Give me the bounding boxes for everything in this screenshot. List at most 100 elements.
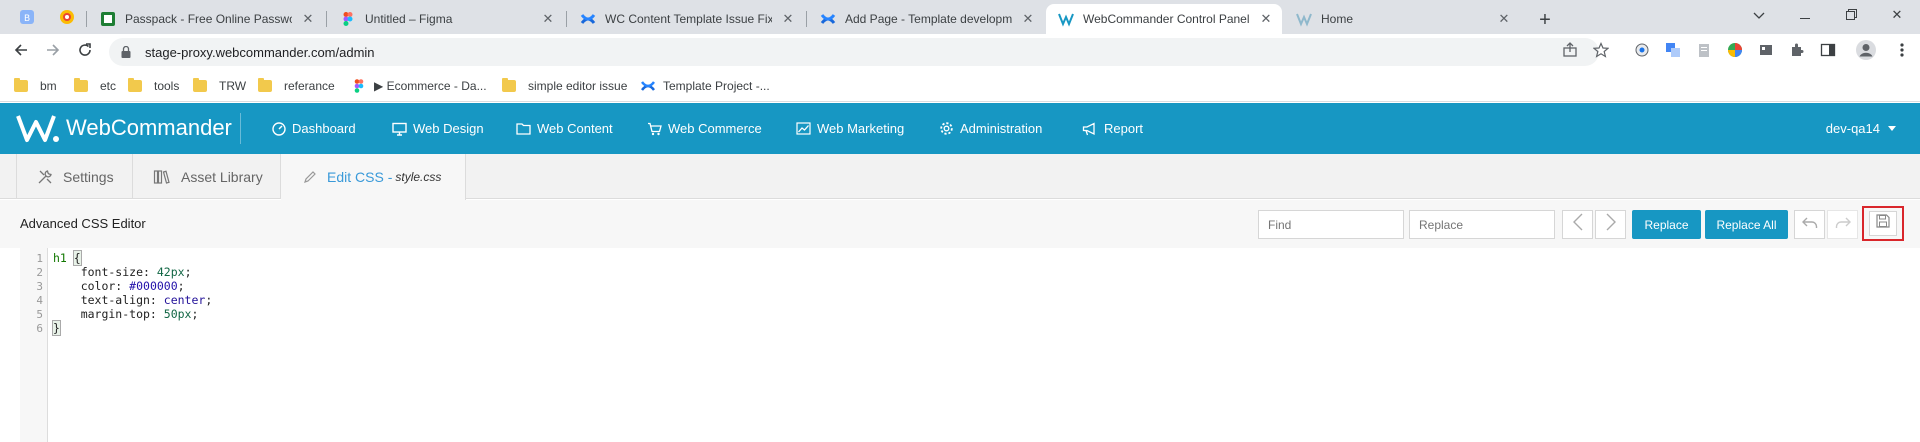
tab-home[interactable]: Home ✕: [1284, 4, 1520, 34]
profile-button[interactable]: [1855, 39, 1877, 63]
close-window-button[interactable]: ✕: [1874, 0, 1920, 30]
webcommander-logo[interactable]: WebCommander: [16, 111, 232, 145]
code-line: font-size: 42px;: [53, 265, 192, 279]
replace-input[interactable]: [1409, 210, 1555, 239]
share-button[interactable]: [1561, 41, 1579, 63]
nav-dashboard[interactable]: Dashboard: [272, 103, 356, 154]
restore-button[interactable]: [1828, 0, 1874, 30]
undo-button[interactable]: [1794, 210, 1825, 239]
bookmark-folder-simple-editor[interactable]: simple editor issue: [502, 77, 627, 95]
bookmark-label: referance: [284, 79, 335, 93]
close-icon[interactable]: ✕: [300, 11, 316, 27]
back-button[interactable]: [8, 39, 34, 65]
forward-button[interactable]: [40, 39, 66, 65]
minimize-icon: [1800, 8, 1810, 23]
tab-edit-css[interactable]: Edit CSS - style.css: [281, 154, 466, 200]
extension-5[interactable]: [1757, 43, 1775, 61]
pinned-tab-1[interactable]: B: [10, 4, 44, 34]
redo-button[interactable]: [1827, 210, 1858, 239]
tab-settings[interactable]: Settings: [16, 154, 133, 199]
nav-report[interactable]: Report: [1082, 103, 1143, 154]
tab-add-page[interactable]: Add Page - Template developme ✕: [808, 4, 1044, 34]
nav-label: Dashboard: [292, 121, 356, 136]
tab-label: Settings: [63, 168, 114, 185]
bookmark-folder-bm[interactable]: bm: [14, 77, 57, 95]
reload-button[interactable]: [72, 39, 98, 65]
nav-label: Web Commerce: [668, 121, 762, 136]
folder-icon: [74, 78, 88, 92]
bookmark-folder-etc[interactable]: etc: [74, 77, 116, 95]
close-icon[interactable]: ✕: [780, 11, 796, 27]
nav-web-marketing[interactable]: Web Marketing: [796, 103, 904, 154]
find-previous-button[interactable]: [1562, 210, 1593, 239]
tab-title: Untitled – Figma: [365, 12, 453, 26]
nav-web-content[interactable]: Web Content: [516, 103, 613, 154]
close-icon[interactable]: ✕: [540, 11, 556, 27]
nav-administration[interactable]: Administration: [939, 103, 1042, 154]
extension-4[interactable]: [1726, 42, 1744, 61]
nav-label: Administration: [960, 121, 1043, 136]
side-panel-button[interactable]: [1819, 43, 1837, 61]
tab-webcommander-control-panel[interactable]: WebCommander Control Panel ✕: [1046, 4, 1282, 34]
confluence-icon: [580, 11, 596, 27]
find-input[interactable]: [1258, 210, 1404, 239]
tab-search-button[interactable]: [1736, 0, 1782, 30]
folder-icon: [502, 78, 516, 92]
bookmark-ecommerce[interactable]: ▶ Ecommerce - Da...: [352, 77, 487, 95]
bookmark-folder-trw[interactable]: TRW: [193, 77, 246, 95]
editor-toolbar: Advanced CSS Editor Replace Replace All: [0, 200, 1920, 248]
bookmark-folder-referance[interactable]: referance: [258, 77, 335, 95]
browser-menu-button[interactable]: [1893, 42, 1911, 61]
browser-toolbar: stage-proxy.webcommander.com/admin: [0, 34, 1920, 70]
svg-text:B: B: [24, 14, 30, 24]
css-code-editor[interactable]: 1 2 3 4 5 6 h1 { font-size: 42px; color:…: [20, 248, 1920, 442]
pinned-tab-2[interactable]: [50, 4, 84, 34]
extension-2[interactable]: [1664, 42, 1682, 61]
close-icon[interactable]: ✕: [1496, 11, 1512, 27]
tab-label: Asset Library: [181, 168, 263, 185]
address-bar[interactable]: stage-proxy.webcommander.com/admin: [109, 38, 1599, 66]
nav-web-design[interactable]: Web Design: [392, 103, 484, 154]
tab-figma[interactable]: Untitled – Figma ✕: [328, 4, 564, 34]
minimize-button[interactable]: [1782, 0, 1828, 30]
tab-title: WebCommander Control Panel: [1083, 12, 1250, 26]
save-button[interactable]: [1869, 211, 1897, 236]
tab-label: Edit CSS -: [327, 169, 393, 185]
folder-icon: [14, 78, 28, 92]
tab-passpack[interactable]: Passpack - Free Online Password ✕: [88, 4, 324, 34]
arrow-right-icon: [45, 42, 61, 63]
cart-icon: [647, 122, 662, 136]
share-icon: [1562, 41, 1578, 63]
tools-icon: [37, 169, 53, 185]
close-icon[interactable]: ✕: [1258, 11, 1274, 27]
bookmark-label: etc: [100, 79, 117, 93]
url-text: stage-proxy.webcommander.com/admin: [145, 44, 375, 60]
tab-wc-content[interactable]: WC Content Template Issue Fixin ✕: [568, 4, 804, 34]
bookmark-label: simple editor issue: [528, 79, 628, 93]
bookmark-star-button[interactable]: [1592, 41, 1610, 61]
user-menu[interactable]: dev-qa14: [1826, 103, 1896, 154]
replace-all-button[interactable]: Replace All: [1705, 210, 1788, 239]
line-number: 5: [36, 308, 43, 321]
code-line: h1 {: [53, 250, 82, 266]
tab-asset-library[interactable]: Asset Library: [133, 154, 281, 199]
extension-3[interactable]: [1695, 43, 1713, 61]
bookmark-folder-tools[interactable]: tools: [128, 77, 179, 95]
extension-1[interactable]: [1633, 43, 1651, 61]
nav-web-commerce[interactable]: Web Commerce: [647, 103, 762, 154]
close-icon[interactable]: ✕: [1020, 11, 1036, 27]
line-number: 2: [36, 266, 43, 279]
pinned-app-icon: B: [19, 9, 35, 30]
folder-icon: [193, 78, 207, 92]
colorful-app-icon: [59, 9, 75, 30]
webcommander-icon: [1296, 11, 1312, 27]
new-tab-button[interactable]: +: [1532, 7, 1558, 33]
nav-label: Web Design: [413, 121, 484, 136]
extensions-button[interactable]: [1788, 43, 1806, 61]
user-name: dev-qa14: [1825, 121, 1880, 136]
replace-button[interactable]: Replace: [1632, 210, 1701, 239]
clipboard-extension-icon: [1696, 42, 1712, 63]
bookmark-template-project[interactable]: Template Project -...: [641, 77, 770, 95]
save-icon: [1876, 214, 1890, 233]
find-next-button[interactable]: [1595, 210, 1626, 239]
